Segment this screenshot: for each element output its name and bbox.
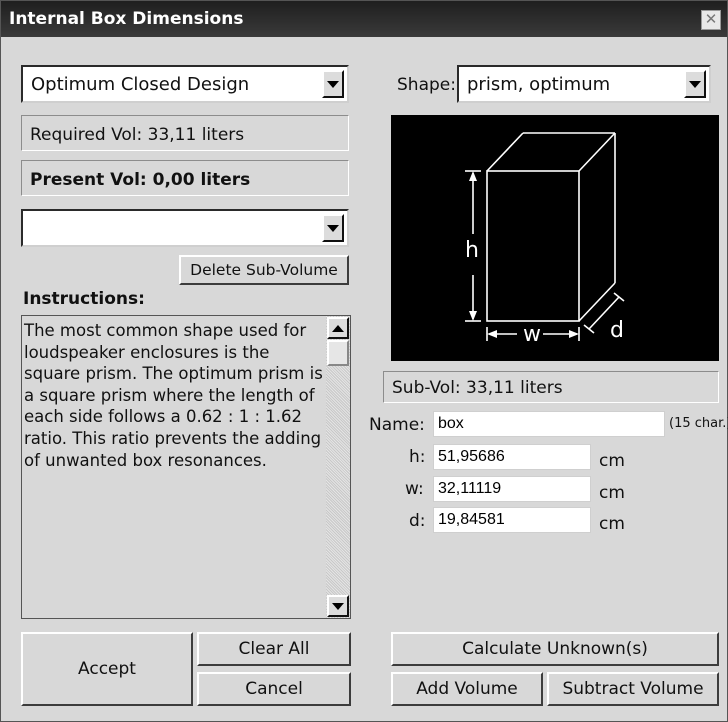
title-bar: Internal Box Dimensions ✕ xyxy=(1,1,727,37)
delete-subvolume-button[interactable]: Delete Sub-Volume xyxy=(179,255,349,285)
scroll-thumb[interactable] xyxy=(327,340,349,366)
h-unit: cm xyxy=(599,451,625,471)
w-input[interactable] xyxy=(433,476,591,502)
present-volume-field: Present Vol: 0,00 liters xyxy=(21,160,349,196)
add-volume-button[interactable]: Add Volume xyxy=(391,672,543,706)
subtract-volume-button[interactable]: Subtract Volume xyxy=(547,672,719,706)
calculate-unknowns-button[interactable]: Calculate Unknown(s) xyxy=(391,632,719,666)
subvolume-select[interactable] xyxy=(21,209,349,247)
scroll-up-icon[interactable] xyxy=(327,317,349,339)
diagram-w-label: w xyxy=(523,322,541,347)
required-volume-field: Required Vol: 33,11 liters xyxy=(21,115,349,151)
w-label: w: xyxy=(405,479,424,499)
chevron-down-icon[interactable] xyxy=(684,70,706,98)
instructions-box: The most common shape used for loudspeak… xyxy=(21,315,351,619)
name-input[interactable] xyxy=(433,411,665,437)
instructions-heading: Instructions: xyxy=(23,289,145,309)
name-hint: (15 char.) xyxy=(669,416,728,431)
instructions-text: The most common shape used for loudspeak… xyxy=(24,321,323,470)
w-unit: cm xyxy=(599,483,625,503)
accept-button[interactable]: Accept xyxy=(21,632,193,706)
shape-label: Shape: xyxy=(397,75,456,95)
shape-select-value: prism, optimum xyxy=(467,74,611,95)
chevron-down-icon[interactable] xyxy=(322,70,344,98)
clear-all-button[interactable]: Clear All xyxy=(197,632,351,666)
chevron-down-icon[interactable] xyxy=(322,214,344,242)
present-volume: Present Vol: 0,00 liters xyxy=(30,170,251,190)
window-title: Internal Box Dimensions xyxy=(9,9,244,29)
name-label: Name: xyxy=(369,415,425,435)
d-unit: cm xyxy=(599,514,625,534)
required-volume: Required Vol: 33,11 liters xyxy=(30,125,245,145)
diagram-d-label: d xyxy=(610,318,624,343)
scrollbar[interactable] xyxy=(326,316,350,618)
d-label: d: xyxy=(409,511,426,531)
d-input[interactable] xyxy=(433,507,591,533)
shape-select[interactable]: prism, optimum xyxy=(457,65,711,103)
diagram-h-label: h xyxy=(465,238,479,263)
design-select[interactable]: Optimum Closed Design xyxy=(21,65,349,103)
h-input[interactable] xyxy=(433,444,591,470)
scroll-down-icon[interactable] xyxy=(327,595,349,617)
sub-volume: Sub-Vol: 33,11 liters xyxy=(392,378,563,398)
close-icon[interactable]: ✕ xyxy=(701,10,721,30)
prism-diagram: h w d xyxy=(391,115,719,361)
cancel-button[interactable]: Cancel xyxy=(197,672,351,706)
sub-volume-field: Sub-Vol: 33,11 liters xyxy=(383,371,719,403)
dialog-window: Internal Box Dimensions ✕ Optimum Closed… xyxy=(0,0,728,722)
h-label: h: xyxy=(409,447,426,467)
design-select-value: Optimum Closed Design xyxy=(31,74,250,95)
